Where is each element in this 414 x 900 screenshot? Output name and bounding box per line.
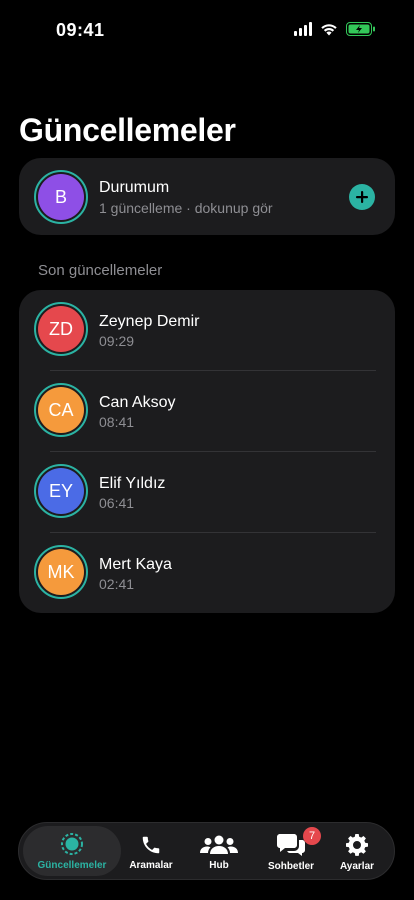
phone-icon [142, 836, 160, 853]
update-time: 02:41 [99, 576, 135, 592]
avatar-initial: B [38, 174, 84, 220]
unread-badge: 7 [303, 827, 321, 845]
my-status-avatar: B [34, 170, 88, 224]
people-icon [200, 835, 238, 854]
avatar-initials: ZD [38, 306, 84, 352]
avatar: CA [34, 383, 88, 437]
avatar: ZD [34, 302, 88, 356]
tab-calls[interactable]: Aramalar [121, 823, 181, 881]
cellular-signal-icon [294, 22, 312, 36]
avatar-initials: EY [38, 468, 84, 514]
tab-chats[interactable]: 7 Sohbetler [259, 823, 323, 881]
wifi-icon [320, 22, 338, 36]
contact-name: Elif Yıldız [99, 475, 166, 492]
update-time: 06:41 [99, 495, 135, 511]
status-time: 09:41 [56, 20, 105, 40]
plus-icon [356, 191, 368, 203]
recent-updates-list: ZD Zeynep Demir 09:29 CA Can Aksoy 08:41… [19, 290, 395, 613]
tab-label: Hub [209, 859, 229, 871]
tab-label: Sohbetler [267, 860, 315, 872]
tab-label: Güncellemeler [37, 859, 107, 871]
list-item[interactable]: MK Mert Kaya 02:41 [19, 533, 395, 614]
page-title: Güncellemeler [19, 112, 236, 148]
update-time: 08:41 [99, 414, 135, 430]
contact-name: Can Aksoy [99, 394, 176, 411]
avatar-initials: MK [38, 549, 84, 595]
list-item[interactable]: ZD Zeynep Demir 09:29 [19, 290, 395, 371]
list-item[interactable]: EY Elif Yıldız 06:41 [19, 452, 395, 533]
status-icons [294, 22, 376, 36]
tab-label: Aramalar [129, 859, 173, 871]
add-status-button[interactable] [349, 184, 375, 210]
battery-charging-icon [346, 22, 376, 36]
list-item[interactable]: CA Can Aksoy 08:41 [19, 371, 395, 452]
updates-icon [61, 832, 83, 855]
gear-icon [346, 833, 368, 856]
tab-settings[interactable]: Ayarlar [329, 823, 385, 881]
my-status-subtitle: 1 güncelleme · dokunup gör [99, 200, 273, 216]
contact-name: Zeynep Demir [99, 313, 200, 330]
tab-label: Ayarlar [339, 860, 375, 872]
tab-updates[interactable]: Güncellemeler [23, 826, 121, 876]
my-status-name: Durumum [99, 179, 170, 196]
avatar-initials: CA [38, 387, 84, 433]
tab-hub[interactable]: Hub [189, 823, 249, 881]
tab-bar: Güncellemeler Aramalar Hub 7 Sohbetler A… [18, 822, 395, 880]
contact-name: Mert Kaya [99, 556, 172, 573]
update-time: 09:29 [99, 333, 135, 349]
my-status-card[interactable]: B Durumum 1 güncelleme · dokunup gör [19, 158, 395, 235]
status-bar: 09:41 [0, 0, 414, 60]
avatar: EY [34, 464, 88, 518]
recent-updates-heading: Son güncellemeler [38, 262, 163, 279]
avatar: MK [34, 545, 88, 599]
